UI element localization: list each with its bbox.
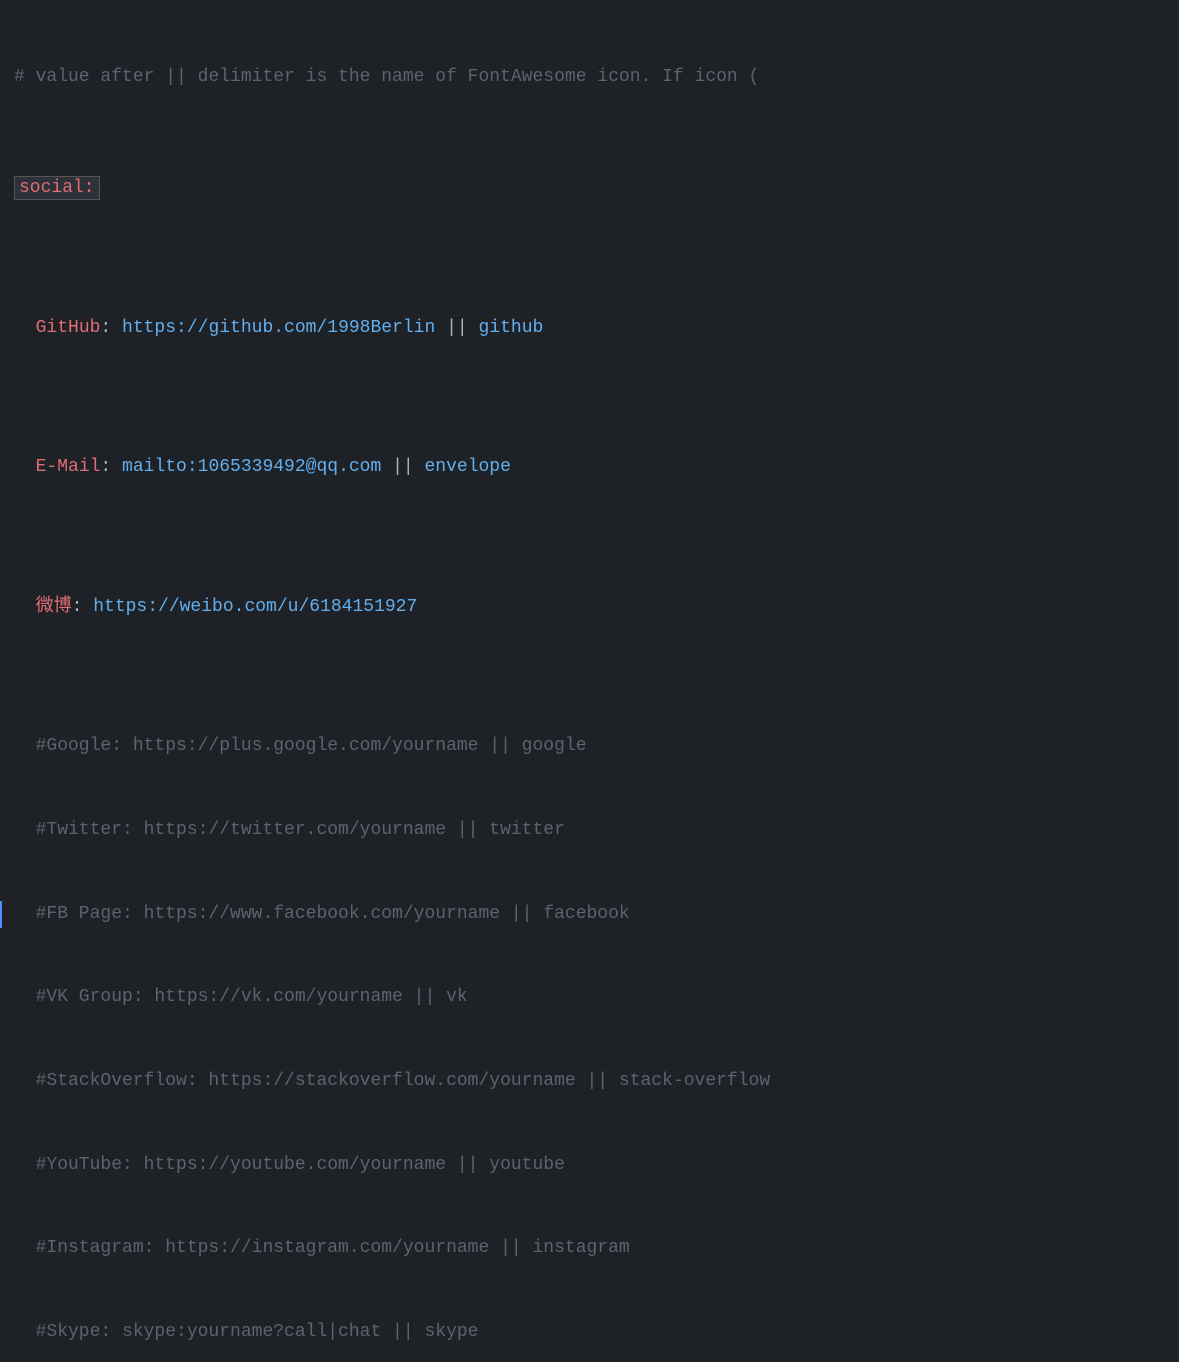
instagram-line: #Instagram: https://instagram.com/yourna…	[0, 1235, 1179, 1263]
top-comment: # value after || delimiter is the name o…	[0, 64, 1179, 92]
google-line: #Google: https://plus.google.com/yournam…	[0, 733, 1179, 761]
stackoverflow-line: #StackOverflow: https://stackoverflow.co…	[0, 1068, 1179, 1096]
twitter-line: #Twitter: https://twitter.com/yourname |…	[0, 817, 1179, 845]
github-key: GitHub	[36, 318, 101, 338]
weibo-line: 微博: https://weibo.com/u/6184151927	[0, 594, 1179, 622]
social-label: social:	[14, 176, 100, 200]
fb-line: #FB Page: https://www.facebook.com/yourn…	[0, 901, 1179, 929]
code-editor: # value after || delimiter is the name o…	[0, 0, 1179, 1362]
youtube-line: #YouTube: https://youtube.com/yourname |…	[0, 1152, 1179, 1180]
weibo-key: 微博	[36, 597, 72, 617]
github-line: GitHub: https://github.com/1998Berlin ||…	[0, 315, 1179, 343]
email-key: E-Mail	[36, 457, 101, 477]
social-key-line: social:	[0, 175, 1179, 203]
vk-line: #VK Group: https://vk.com/yourname || vk	[0, 984, 1179, 1012]
skype-line: #Skype: skype:yourname?call|chat || skyp…	[0, 1319, 1179, 1347]
email-line: E-Mail: mailto:1065339492@qq.com || enve…	[0, 454, 1179, 482]
